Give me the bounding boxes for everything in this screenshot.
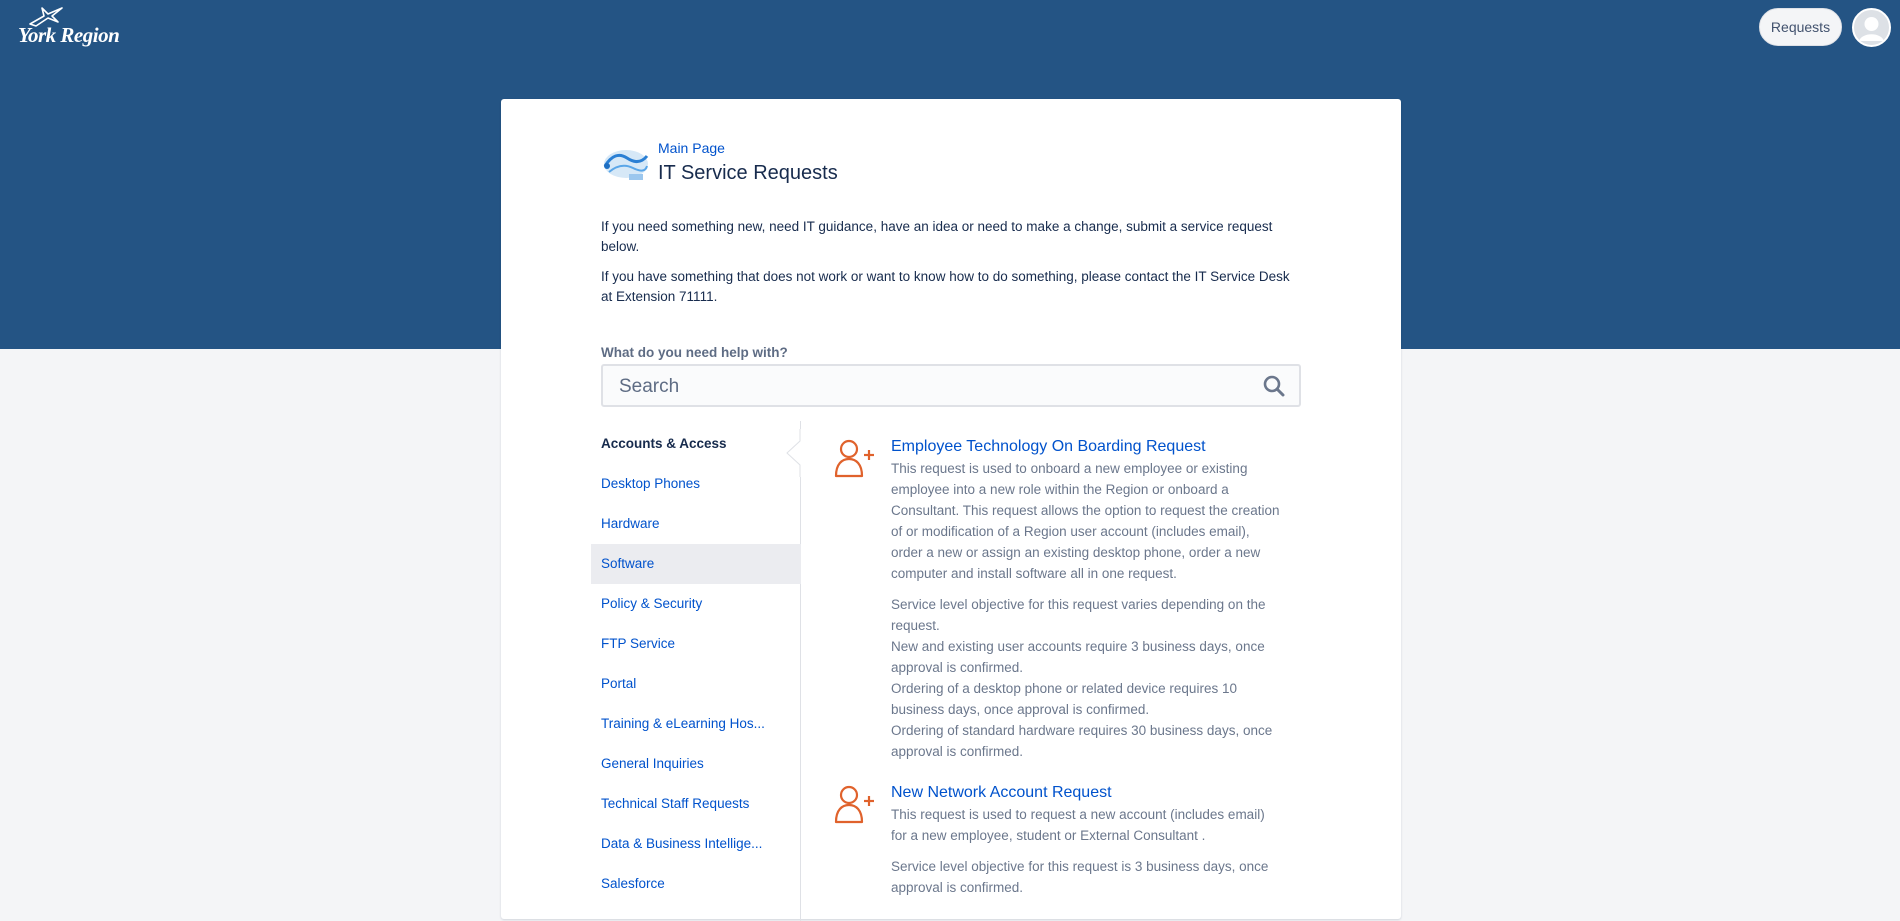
- search-input[interactable]: [617, 366, 1241, 407]
- portal-logo: [601, 144, 651, 186]
- request-sla-line: Service level objective for this request…: [891, 859, 1269, 895]
- sidebar-item-software[interactable]: Software: [591, 544, 801, 584]
- sidebar-item-data-business-intellige[interactable]: Data & Business Intellige...: [591, 824, 801, 864]
- page-title: IT Service Requests: [658, 162, 838, 184]
- sidebar-item-accounts-access[interactable]: Accounts & Access: [591, 424, 801, 464]
- logo-text: York Region: [18, 23, 120, 47]
- service-portal-logo-icon: [603, 150, 649, 180]
- sidebar-item-desktop-phones[interactable]: Desktop Phones: [591, 464, 801, 504]
- sidebar-item-general-inquiries[interactable]: General Inquiries: [591, 744, 801, 784]
- request-type-list: Employee Technology On Boarding Request T…: [834, 436, 1284, 898]
- user-avatar-icon: [1854, 10, 1889, 45]
- sidebar-item-technical-staff-requests[interactable]: Technical Staff Requests: [591, 784, 801, 824]
- search-icon[interactable]: [1263, 375, 1285, 397]
- york-region-logo[interactable]: York Region: [18, 6, 130, 50]
- search-field[interactable]: [601, 364, 1301, 407]
- request-sla-line: New and existing user accounts require 3…: [891, 639, 1265, 675]
- request-sla-line: Service level objective for this request…: [891, 597, 1266, 633]
- sidebar-item-training-elearning-hos[interactable]: Training & eLearning Hos...: [591, 704, 801, 744]
- request-title-link[interactable]: Employee Technology On Boarding Request: [891, 436, 1284, 458]
- sidebar-item-salesforce[interactable]: Salesforce: [591, 864, 801, 904]
- request-title-link[interactable]: New Network Account Request: [891, 782, 1284, 804]
- sidebar-item-portal[interactable]: Portal: [591, 664, 801, 704]
- request-description: This request is used to onboard a new em…: [891, 461, 1280, 581]
- request-description: This request is used to request a new ac…: [891, 807, 1265, 843]
- intro-paragraph-1: If you need something new, need IT guida…: [601, 219, 1273, 254]
- request-type-item[interactable]: New Network Account Request This request …: [834, 782, 1284, 898]
- sidebar-item-hardware[interactable]: Hardware: [591, 504, 801, 544]
- request-sla-line: Ordering of a desktop phone or related d…: [891, 681, 1237, 717]
- request-sla-line: Ordering of standard hardware requires 3…: [891, 723, 1273, 759]
- add-user-icon: [834, 438, 876, 483]
- search-label: What do you need help with?: [601, 345, 788, 360]
- user-avatar[interactable]: [1852, 8, 1891, 47]
- sidebar-item-policy-security[interactable]: Policy & Security: [591, 584, 801, 624]
- requests-button[interactable]: Requests: [1759, 8, 1842, 46]
- add-user-icon: [834, 784, 876, 829]
- request-type-item[interactable]: Employee Technology On Boarding Request T…: [834, 436, 1284, 762]
- breadcrumb-main-page[interactable]: Main Page: [658, 140, 725, 156]
- category-sidebar: Accounts & Access Desktop Phones Hardware S…: [591, 424, 801, 904]
- portal-card: Main Page IT Service Requests If you nee…: [501, 99, 1401, 921]
- intro-paragraph-2: If you have something that does not work…: [601, 269, 1290, 304]
- sidebar-item-ftp-service[interactable]: FTP Service: [591, 624, 801, 664]
